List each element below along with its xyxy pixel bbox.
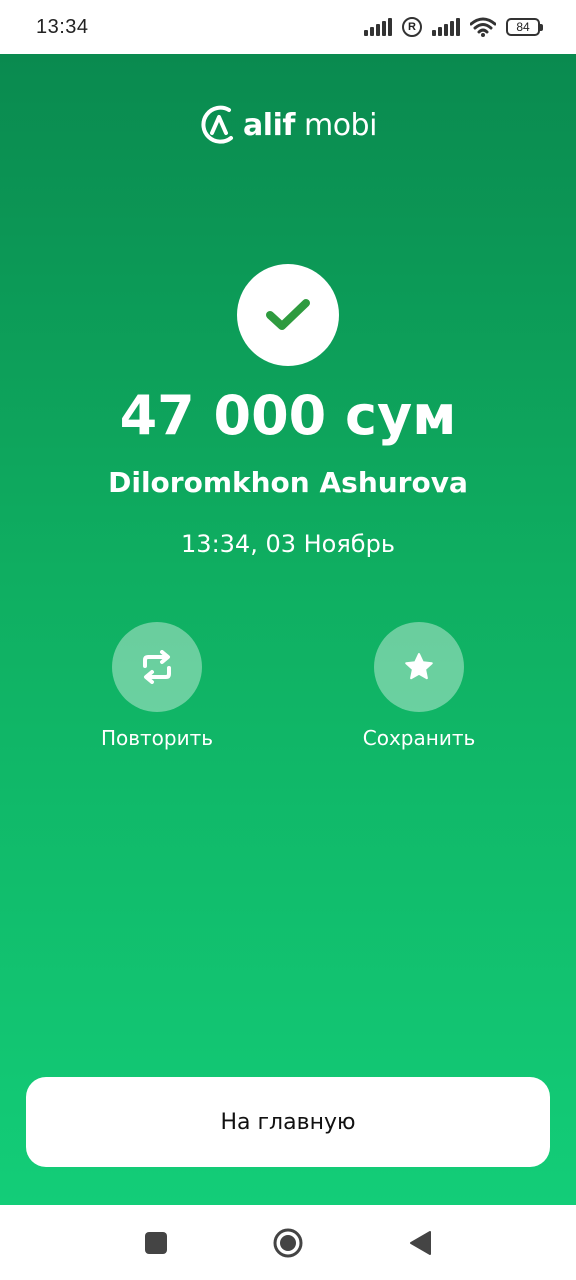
save-button[interactable] xyxy=(374,622,464,712)
system-nav-bar xyxy=(0,1205,576,1280)
alif-logo-icon xyxy=(201,105,234,144)
battery-level: 84 xyxy=(516,20,530,34)
save-action[interactable]: Сохранить xyxy=(329,622,509,750)
status-icons: R 84 xyxy=(364,17,543,37)
signal-icon xyxy=(364,18,392,36)
back-icon xyxy=(410,1230,431,1255)
repeat-label: Повторить xyxy=(100,726,214,750)
go-home-label: На главную xyxy=(220,1109,356,1135)
brand-name-bold: alif xyxy=(243,107,295,143)
signal-icon xyxy=(432,18,460,36)
repeat-icon xyxy=(143,650,171,684)
registered-icon: R xyxy=(402,17,422,37)
checkmark-icon xyxy=(266,299,310,330)
recents-button[interactable] xyxy=(140,1227,172,1259)
brand-name: alif mobi xyxy=(243,108,377,143)
go-home-button[interactable]: На главную xyxy=(26,1077,550,1167)
star-icon xyxy=(405,653,433,680)
home-icon xyxy=(273,1228,303,1257)
status-bar: 13:34 R 84 xyxy=(0,0,576,54)
brand-name-regular: mobi xyxy=(303,107,377,143)
repeat-button[interactable] xyxy=(112,622,202,712)
repeat-action[interactable]: Повторить xyxy=(67,622,247,750)
battery-icon: 84 xyxy=(506,18,543,36)
transfer-amount: 47 000 сум xyxy=(119,384,457,447)
recipient-name: Diloromkhon Ashurova xyxy=(108,466,468,499)
home-nav-button[interactable] xyxy=(272,1227,304,1259)
success-badge xyxy=(237,264,339,366)
success-screen: alif mobi 47 000 сум Diloromkhon Ashurov… xyxy=(0,54,576,1205)
status-time: 13:34 xyxy=(36,15,89,38)
brand-logo: alif mobi xyxy=(0,104,576,146)
save-label: Сохранить xyxy=(362,726,476,750)
transfer-datetime: 13:34, 03 Ноябрь xyxy=(181,530,395,558)
back-button[interactable] xyxy=(404,1227,436,1259)
recents-icon xyxy=(145,1231,167,1254)
wifi-icon xyxy=(470,17,496,37)
